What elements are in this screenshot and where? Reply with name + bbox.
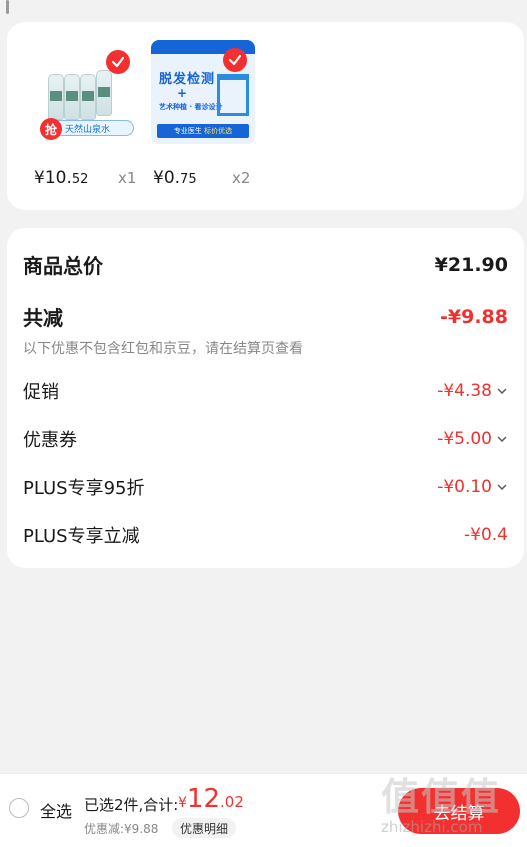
discount-value: -¥0.10 <box>437 477 492 497</box>
discount-label: 优惠券 <box>23 430 77 451</box>
checkout-button[interactable]: 去结算 <box>398 788 520 834</box>
product-quantity: x2 <box>232 169 251 187</box>
discount-row-plus-95[interactable]: PLUS专享95折 -¥0.10 <box>23 474 508 500</box>
product-price: ¥10.52 <box>34 168 89 188</box>
checkout-bar: 全选 已选2件,合计: ¥ 12 .02 优惠减:¥9.88 优惠明细 去结算 <box>0 773 527 847</box>
discount-label: PLUS专享95折 <box>23 478 145 499</box>
select-all-label[interactable]: 全选 <box>40 798 72 822</box>
total-price-label: 商品总价 <box>23 254 103 278</box>
ad-plus: + <box>177 86 188 100</box>
ad-subtitle: 艺术种植 · 看诊设计 <box>159 103 223 111</box>
discount-value: -¥5.00 <box>437 429 492 449</box>
selected-products-card: 天然山泉水 抢 脱发检测 + 艺术种植 · 看诊设计 专业医生 标价优选 ¥10… <box>7 22 524 210</box>
total-price-value: ¥21.90 <box>434 253 508 276</box>
reduction-row: 共减 -¥9.88 <box>23 302 508 331</box>
total-price-row: 商品总价 ¥21.90 <box>23 250 508 279</box>
product-thumbnail-water[interactable]: 天然山泉水 抢 <box>32 40 136 144</box>
discount-row-promotion[interactable]: 促销 -¥4.38 <box>23 378 508 404</box>
discount-amount-text: 优惠减:¥9.88 <box>84 822 159 836</box>
reduction-label: 共减 <box>23 306 63 330</box>
selected-check-icon[interactable] <box>106 50 130 74</box>
discount-row-plus-instant: PLUS专享立减 -¥0.4 <box>23 522 508 548</box>
discount-value: -¥0.4 <box>464 525 508 545</box>
discount-row-coupon[interactable]: 优惠券 -¥5.00 <box>23 426 508 452</box>
discount-label: PLUS专享立减 <box>23 526 140 547</box>
chevron-down-icon[interactable] <box>496 433 508 445</box>
reduction-value: -¥9.88 <box>440 305 508 328</box>
product-quantity: x1 <box>118 169 137 187</box>
product-thumbnail-hair-test[interactable]: 脱发检测 + 艺术种植 · 看诊设计 专业医生 标价优选 <box>151 40 255 144</box>
discount-note: 以下优惠不包含红包和京豆，请在结算页查看 <box>23 341 303 357</box>
discount-detail-button[interactable]: 优惠明细 <box>172 818 237 838</box>
discount-label: 促销 <box>23 382 59 403</box>
water-bottles-image <box>48 64 116 122</box>
scroll-indicator[interactable] <box>6 0 9 14</box>
select-all-radio[interactable] <box>9 798 29 818</box>
ad-art-graphic <box>217 74 249 116</box>
selected-check-icon[interactable] <box>223 48 247 72</box>
ad-bottom-bar: 专业医生 标价优选 <box>157 124 249 138</box>
discount-value: -¥4.38 <box>437 381 492 401</box>
chevron-down-icon[interactable] <box>496 481 508 493</box>
ad-title: 脱发检测 <box>159 72 216 87</box>
chevron-down-icon[interactable] <box>496 385 508 397</box>
total-amount: ¥ 12 .02 <box>178 784 244 814</box>
promo-badge: 抢 <box>40 118 62 140</box>
selected-count-text: 已选2件,合计: <box>84 796 179 814</box>
price-summary-card: 商品总价 ¥21.90 共减 -¥9.88 以下优惠不包含红包和京豆，请在结算页… <box>7 228 524 568</box>
product-price: ¥0.75 <box>153 168 197 188</box>
